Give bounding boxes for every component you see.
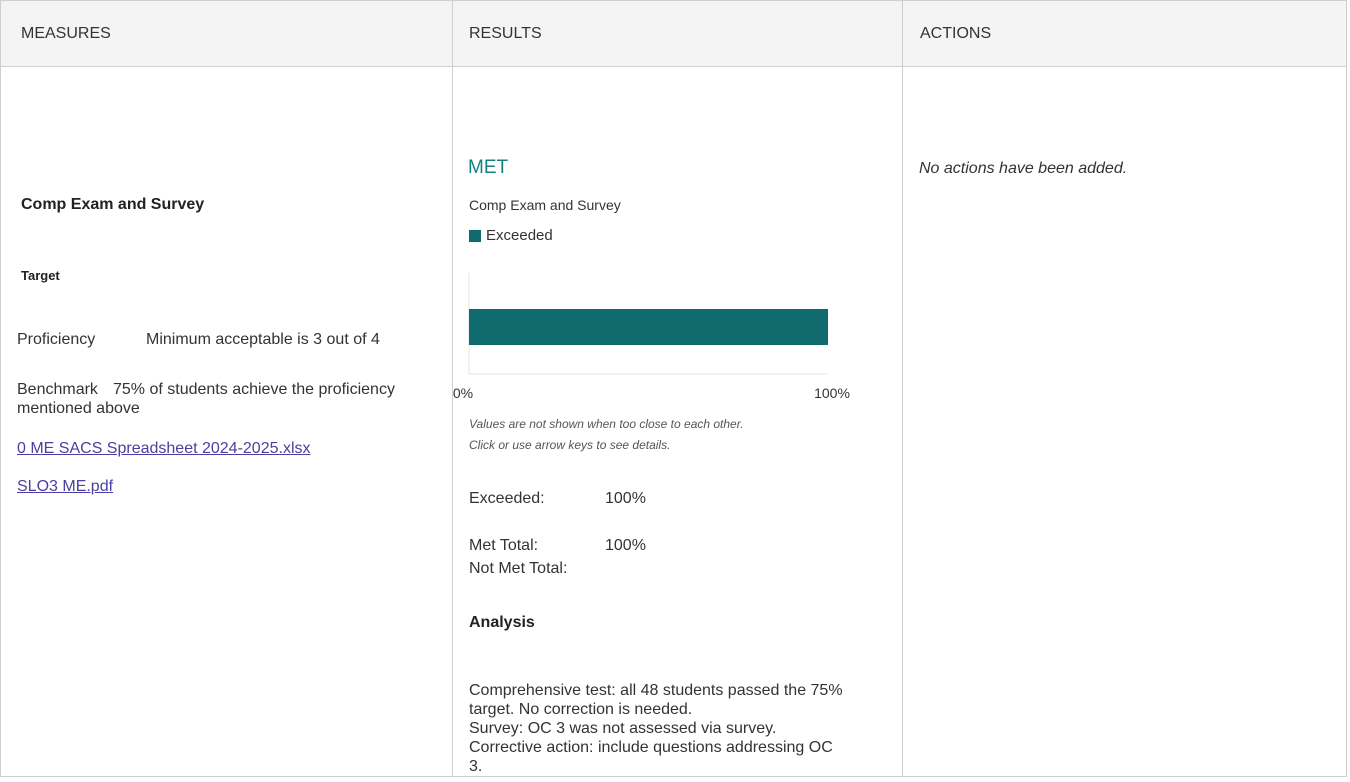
chart-note-line1: Values are not shown when too close to e… xyxy=(469,417,744,431)
attachment-link-spreadsheet[interactable]: 0 ME SACS Spreadsheet 2024-2025.xlsx xyxy=(17,440,311,458)
benchmark-label: Benchmark xyxy=(17,381,98,398)
results-cell: MET Comp Exam and Survey Exceeded 0% 100%… xyxy=(452,67,902,776)
chart-bar-exceeded[interactable] xyxy=(469,309,828,345)
status-badge: MET xyxy=(468,157,509,178)
chart-legend: Exceeded xyxy=(469,227,553,244)
met-total-row: Met Total: 100% xyxy=(469,537,646,555)
proficiency-row: Proficiency Minimum acceptable is 3 out o… xyxy=(17,331,437,348)
target-label: Target xyxy=(21,268,60,283)
analysis-heading: Analysis xyxy=(469,614,535,631)
assessment-table: MEASURES RESULTS ACTIONS Comp Exam and S… xyxy=(0,0,1347,777)
chart-tick-label-1: 100% xyxy=(814,385,850,401)
exceeded-row: Exceeded: 100% xyxy=(469,490,646,508)
chart-note-line2: Click or use arrow keys to see details. xyxy=(469,438,671,452)
no-actions-message: No actions have been added. xyxy=(919,160,1128,177)
exceeded-label: Exceeded: xyxy=(469,490,545,507)
met-total-label: Met Total: xyxy=(469,537,539,554)
proficiency-label: Proficiency xyxy=(17,331,96,348)
result-bar-chart[interactable]: 0% 100% xyxy=(453,267,883,407)
actions-cell: No actions have been added. xyxy=(902,67,1346,776)
attachment-link-pdf[interactable]: SLO3 ME.pdf xyxy=(17,478,113,496)
proficiency-text: Minimum acceptable is 3 out of 4 xyxy=(146,331,380,348)
legend-swatch-exceeded xyxy=(469,229,481,242)
legend-label-exceeded: Exceeded xyxy=(486,227,553,244)
header-actions: ACTIONS xyxy=(902,1,1346,67)
measure-title: Comp Exam and Survey xyxy=(21,196,205,213)
not-met-total-label: Not Met Total: xyxy=(469,560,568,577)
header-measures: MEASURES xyxy=(1,1,452,67)
not-met-total-row: Not Met Total: xyxy=(469,560,605,578)
benchmark-row: Benchmark 75% of students achieve the pro… xyxy=(17,380,437,418)
chart-note: Values are not shown when too close to e… xyxy=(469,414,889,456)
header-results: RESULTS xyxy=(452,1,902,67)
exceeded-value: 100% xyxy=(605,490,646,507)
analysis-text: Comprehensive test: all 48 students pass… xyxy=(469,682,843,775)
measures-cell: Comp Exam and Survey Target Proficiency M… xyxy=(1,67,452,776)
met-total-value: 100% xyxy=(605,537,646,554)
chart-tick-label-0: 0% xyxy=(453,385,473,401)
result-measure-name: Comp Exam and Survey xyxy=(469,197,621,213)
